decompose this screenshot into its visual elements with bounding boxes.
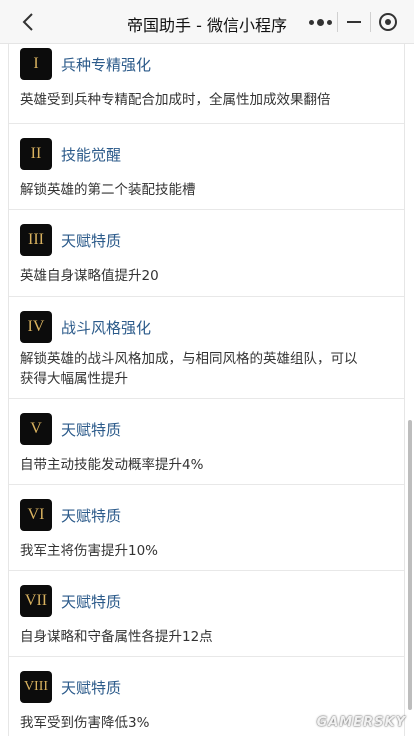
minimize-button[interactable] (338, 6, 371, 38)
rank-badge: I (20, 48, 52, 80)
item-title[interactable]: 天赋特质 (61, 419, 121, 440)
rank-badge: II (20, 138, 52, 170)
item-title[interactable]: 天赋特质 (61, 677, 121, 698)
capsule-menu (304, 6, 404, 38)
list-item: V 天赋特质 自带主动技能发动概率提升4% (9, 399, 404, 485)
item-title[interactable]: 天赋特质 (61, 505, 121, 526)
item-header: II 技能觉醒 (20, 124, 392, 174)
item-description: 解锁英雄的第二个装配技能槽 (20, 182, 196, 198)
rank-badge: VII (20, 585, 52, 617)
more-button[interactable] (304, 6, 337, 38)
item-description: 英雄自身谋略值提升20 (20, 268, 159, 284)
item-description: 我军主将伤害提升10% (20, 543, 159, 559)
rank-badge: V (20, 413, 52, 445)
item-header: I 兵种专精强化 (20, 44, 392, 82)
item-title[interactable]: 天赋特质 (61, 591, 121, 612)
list-item: VII 天赋特质 自身谋略和守备属性各提升12点 (9, 571, 404, 657)
awakening-list[interactable]: I 兵种专精强化 英雄受到兵种专精配合加成时，全属性加成效果翻倍 II 技能觉醒… (8, 44, 405, 736)
list-item: VI 天赋特质 我军主将伤害提升10% (9, 485, 404, 571)
more-dots-icon (308, 18, 332, 26)
rank-badge: III (20, 224, 52, 256)
item-description: 自带主动技能发动概率提升4% (20, 457, 204, 473)
watermark: GAMERSKY (316, 715, 406, 730)
scrollbar[interactable] (408, 420, 412, 710)
minus-icon (346, 21, 361, 23)
item-description: 自身谋略和守备属性各提升12点 (20, 629, 213, 645)
rank-badge: IV (20, 311, 52, 343)
list-item: III 天赋特质 英雄自身谋略值提升20 (9, 210, 404, 297)
item-header: IV 战斗风格强化 (20, 297, 392, 347)
item-header: V 天赋特质 (20, 399, 392, 449)
list-item: I 兵种专精强化 英雄受到兵种专精配合加成时，全属性加成效果翻倍 (9, 44, 404, 124)
item-header: VII 天赋特质 (20, 571, 392, 621)
list-item: IV 战斗风格强化 解锁英雄的战斗风格加成，与相同风格的英雄组队，可以获得大幅属… (9, 297, 404, 399)
rank-badge: VI (20, 499, 52, 531)
target-icon (378, 13, 397, 31)
item-description: 英雄受到兵种专精配合加成时，全属性加成效果翻倍 (20, 92, 331, 108)
rank-badge: VIII (20, 671, 52, 703)
item-title[interactable]: 兵种专精强化 (61, 54, 151, 75)
item-title[interactable]: 战斗风格强化 (61, 317, 151, 338)
item-title[interactable]: 天赋特质 (61, 230, 121, 251)
item-title[interactable]: 技能觉醒 (61, 144, 121, 165)
item-header: VI 天赋特质 (20, 485, 392, 535)
close-miniprogram-button[interactable] (371, 6, 404, 38)
item-header: VIII 天赋特质 (20, 657, 392, 707)
item-description: 解锁英雄的战斗风格加成，与相同风格的英雄组队，可以获得大幅属性提升 (20, 351, 358, 387)
list-item: II 技能觉醒 解锁英雄的第二个装配技能槽 (9, 124, 404, 210)
nav-bar: 帝国助手 - 微信小程序 (0, 0, 414, 44)
item-header: III 天赋特质 (20, 210, 392, 260)
